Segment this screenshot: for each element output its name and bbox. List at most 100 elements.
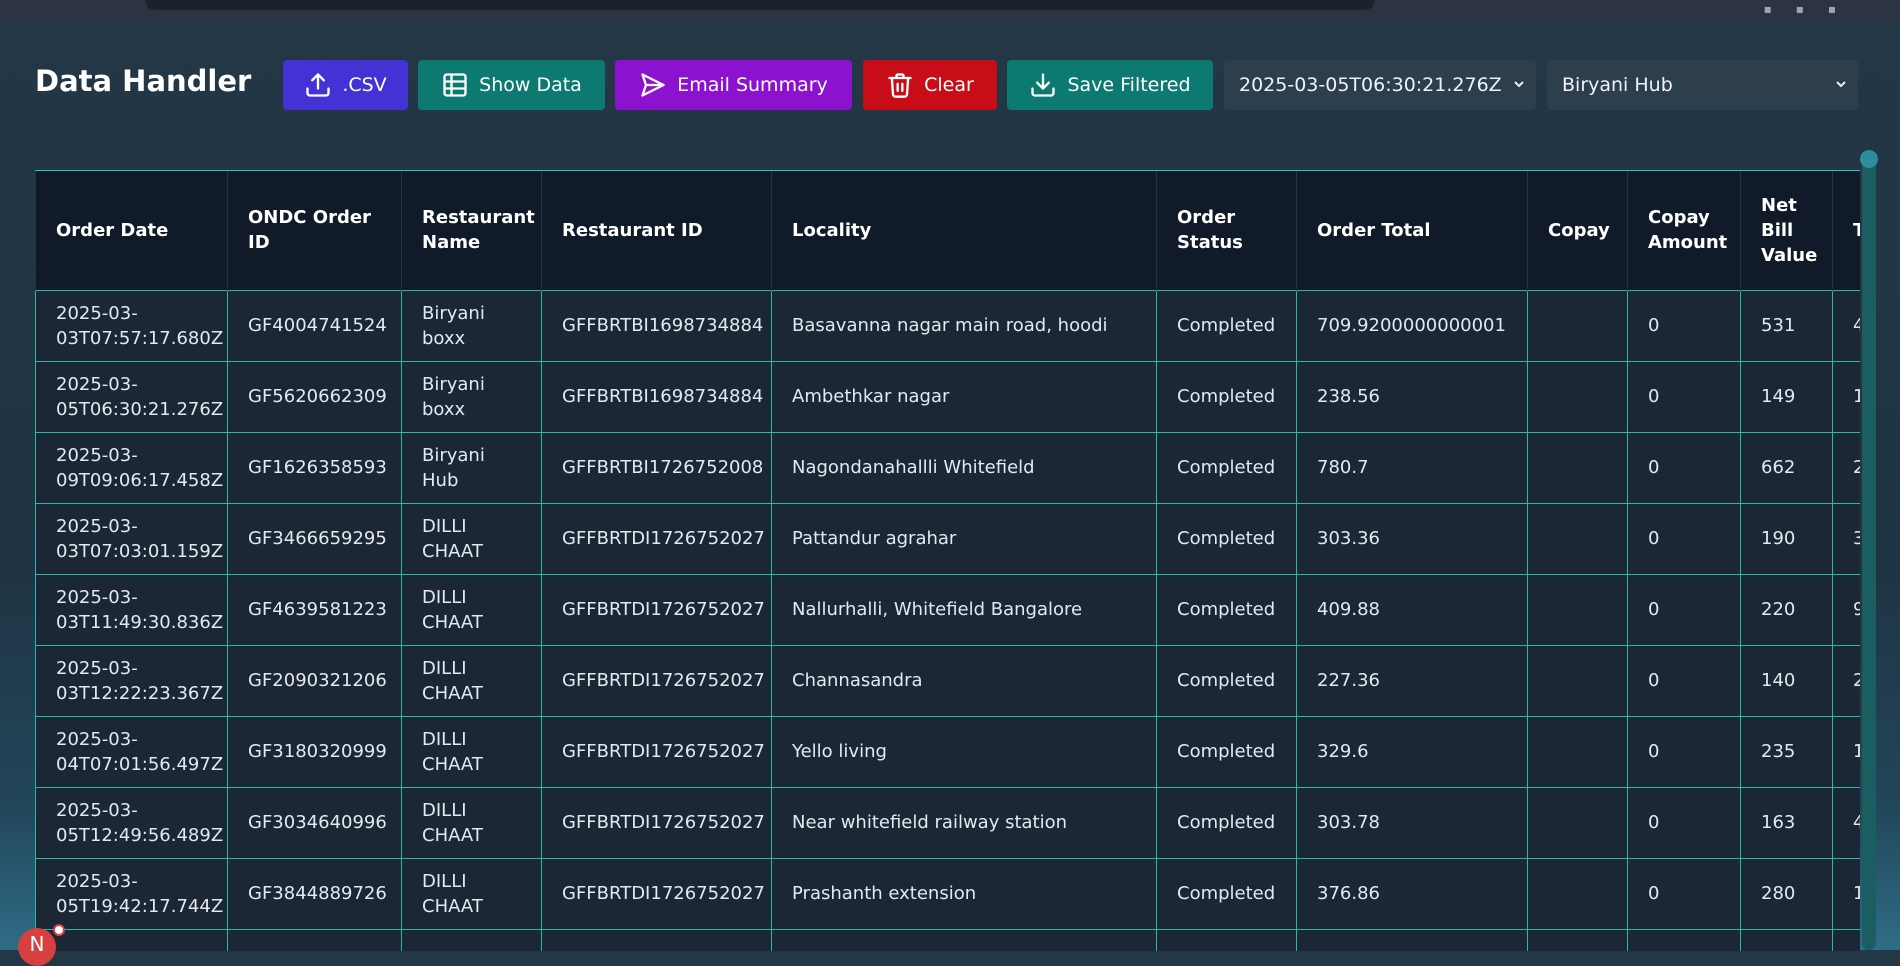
table-row[interactable]: 2025-03-03T12:22:23.367Z GF2090321206 DILL… <box>35 644 1860 717</box>
column-header[interactable]: Copay Amount <box>1627 171 1741 290</box>
vertical-scrollbar[interactable] <box>1862 158 1876 950</box>
column-header[interactable]: Net Bill Value <box>1740 171 1833 290</box>
scrollbar-thumb[interactable] <box>1860 150 1878 168</box>
email-summary-label: Email Summary <box>677 74 828 96</box>
column-header[interactable]: Restaurant Name <box>401 171 542 290</box>
table-cell: 2025-03-03T11:49:30.836Z <box>35 573 228 646</box>
table-cell: 2025-03-03T12:22:23.367Z <box>35 644 228 717</box>
column-header[interactable]: ONDC Order ID <box>227 171 402 290</box>
column-header[interactable]: T C C <box>1832 171 1860 290</box>
column-header[interactable]: Order Total <box>1296 171 1528 290</box>
table-cell: Yello living <box>771 715 1157 788</box>
table-cell: Completed <box>1156 786 1297 859</box>
table-cell <box>1527 289 1628 362</box>
table-header-row: Order Date ONDC Order ID Restaurant Name Re… <box>35 171 1860 290</box>
restaurant-filter-select[interactable]: Biryani Hub <box>1547 60 1858 110</box>
table-cell: 409.88 <box>1296 573 1528 646</box>
table-cell: 149 <box>1740 360 1833 433</box>
chevron-down-icon <box>1514 81 1524 88</box>
table-cell: Completed <box>1156 857 1297 930</box>
table-row[interactable]: 2025-03-05T06:30:21.276Z GF5620662309 Biry… <box>35 360 1860 433</box>
table-cell: 329.6 <box>1296 715 1528 788</box>
orders-table-container: Order Date ONDC Order ID Restaurant Name Re… <box>35 170 1860 951</box>
table-cell: Biryani boxx <box>401 289 542 362</box>
table-cell: 280 <box>1740 857 1833 930</box>
table-row[interactable]: 2025-03-DILLI <box>35 928 1860 951</box>
table-cell <box>1740 928 1833 951</box>
table-cell: GF4004741524 <box>227 289 402 362</box>
table-cell: GFFBRTDI1726752027 <box>541 786 772 859</box>
table-row[interactable]: 2025-03-03T07:03:01.159Z GF3466659295 DILL… <box>35 502 1860 575</box>
table-cell: GFFBRTDI1726752027 <box>541 857 772 930</box>
table-cell: 0 <box>1627 502 1741 575</box>
table-row[interactable]: 2025-03-04T07:01:56.497Z GF3180320999 DILL… <box>35 715 1860 788</box>
column-header[interactable]: Order Status <box>1156 171 1297 290</box>
table-cell <box>771 928 1157 951</box>
table-cell: 0 <box>1627 644 1741 717</box>
table-row[interactable]: 2025-03-05T12:49:56.489Z GF3034640996 DILL… <box>35 786 1860 859</box>
table-cell: 227.36 <box>1296 644 1528 717</box>
clear-button[interactable]: Clear <box>863 60 997 110</box>
table-body: 2025-03-03T07:57:17.680Z GF4004741524 Biry… <box>35 289 1860 951</box>
save-filtered-button[interactable]: Save Filtered <box>1007 60 1213 110</box>
table-cell: 238.56 <box>1296 360 1528 433</box>
table-cell: 376.86 <box>1296 857 1528 930</box>
column-header[interactable]: Restaurant ID <box>541 171 772 290</box>
table-cell <box>1527 431 1628 504</box>
table-cell: GF3466659295 <box>227 502 402 575</box>
table-cell: DILLI CHAAT <box>401 573 542 646</box>
table-cell: GF4639581223 <box>227 573 402 646</box>
table-cell: 531 <box>1740 289 1833 362</box>
column-header[interactable]: Order Date <box>35 171 228 290</box>
table-cell: Near whitefield railway station <box>771 786 1157 859</box>
table-cell: DILLI <box>401 928 542 951</box>
address-bar[interactable] <box>145 0 1375 10</box>
table-cell: Biryani Hub <box>401 431 542 504</box>
table-cell: GF1626358593 <box>227 431 402 504</box>
table-cell: Prashanth extension <box>771 857 1157 930</box>
table-cell: 0 <box>1627 289 1741 362</box>
table-cell: DILLI CHAAT <box>401 857 542 930</box>
table-cell: 2025-03-03T07:03:01.159Z <box>35 502 228 575</box>
email-summary-button[interactable]: Email Summary <box>615 60 852 110</box>
table-row[interactable]: 2025-03-03T11:49:30.836Z GF4639581223 DILL… <box>35 573 1860 646</box>
table-row[interactable]: 2025-03-03T07:57:17.680Z GF4004741524 Biry… <box>35 289 1860 362</box>
table-cell: DILLI CHAAT <box>401 502 542 575</box>
table-cell: 662 <box>1740 431 1833 504</box>
table-cell <box>1527 644 1628 717</box>
table-cell: 2 <box>1832 644 1860 717</box>
date-filter-select[interactable]: 2025-03-05T06:30:21.276Z <box>1224 60 1536 110</box>
table-cell: Channasandra <box>771 644 1157 717</box>
table-cell: 2025-03-03T07:57:17.680Z <box>35 289 228 362</box>
column-header[interactable]: Locality <box>771 171 1157 290</box>
table-cell <box>1832 928 1860 951</box>
chevron-down-icon <box>1836 81 1846 88</box>
table-cell <box>1527 786 1628 859</box>
table-cell <box>1527 715 1628 788</box>
show-data-button[interactable]: Show Data <box>418 60 605 110</box>
table-cell <box>1527 360 1628 433</box>
table-cell: 235 <box>1740 715 1833 788</box>
table-row[interactable]: 2025-03-05T19:42:17.744Z GF3844889726 DILL… <box>35 857 1860 930</box>
table-cell <box>1527 928 1628 951</box>
table-cell: GF3844889726 <box>227 857 402 930</box>
table-cell: 2025-03-05T06:30:21.276Z <box>35 360 228 433</box>
column-header[interactable]: Copay <box>1527 171 1628 290</box>
table-cell: GFFBRTBI1698734884 <box>541 360 772 433</box>
table-cell: GFFBRTDI1726752027 <box>541 644 772 717</box>
table-cell: 0 <box>1627 431 1741 504</box>
table-cell <box>1296 928 1528 951</box>
table-cell: 0 <box>1627 857 1741 930</box>
table-row[interactable]: 2025-03-09T09:06:17.458Z GF1626358593 Biry… <box>35 431 1860 504</box>
table-cell: 2 <box>1832 431 1860 504</box>
page-title: Data Handler <box>35 64 252 98</box>
upload-csv-button[interactable]: .CSV <box>283 60 408 110</box>
table-icon <box>443 73 467 97</box>
table-cell <box>1527 573 1628 646</box>
table-cell: GFFBRTBI1726752008 <box>541 431 772 504</box>
table-cell: 0 <box>1627 360 1741 433</box>
table-cell: Ambethkar nagar <box>771 360 1157 433</box>
avatar[interactable]: N <box>18 928 56 966</box>
table-cell: 2025-03-04T07:01:56.497Z <box>35 715 228 788</box>
table-cell: 1 <box>1832 360 1860 433</box>
